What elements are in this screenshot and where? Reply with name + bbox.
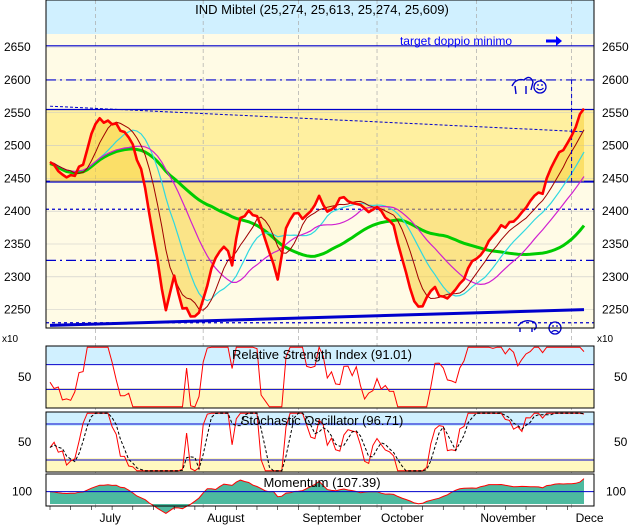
y-tick-right: 2250 bbox=[602, 303, 629, 317]
y-tick-right: 2500 bbox=[602, 139, 629, 153]
y-tick-left: 2300 bbox=[4, 270, 31, 284]
x-tick-label: August bbox=[207, 511, 245, 525]
momentum-title: Momentum (107.39) bbox=[263, 475, 380, 490]
chart-root: 2650 2650 2600 2600 2550 2550 2500 2500 2450 2450… bbox=[0, 0, 640, 526]
momentum-tick-right: 100 bbox=[606, 485, 626, 499]
stochastic-panel: 50 50 Stochastic Oscillator (96.71) bbox=[18, 412, 628, 472]
y-tick-right: 2300 bbox=[602, 270, 629, 284]
price-chart-title: IND Mibtel (25,274, 25,613, 25,274, 25,6… bbox=[195, 2, 449, 17]
y-tick-left: 2400 bbox=[4, 204, 31, 218]
y-tick-right: 2550 bbox=[602, 106, 629, 120]
target-annotation: target doppio minimo bbox=[400, 34, 512, 48]
y-tick-right: 2650 bbox=[602, 40, 629, 54]
x-tick-label: Dece bbox=[576, 511, 604, 525]
scale-label-left: x10 bbox=[2, 334, 19, 345]
y-tick-left: 2550 bbox=[4, 106, 31, 120]
rsi-panel: 50 50 Relative Strength Index (91.01) bbox=[18, 345, 628, 408]
y-tick-right: 2350 bbox=[602, 237, 629, 251]
rsi-tick-right: 50 bbox=[614, 370, 628, 384]
x-tick-label: September bbox=[302, 511, 361, 525]
stochastic-tick-right: 50 bbox=[614, 435, 628, 449]
y-tick-right: 2450 bbox=[602, 171, 629, 185]
x-tick-label: July bbox=[100, 511, 121, 525]
y-tick-right: 2600 bbox=[602, 73, 629, 87]
y-tick-left: 2450 bbox=[4, 171, 31, 185]
y-tick-left: 2500 bbox=[4, 139, 31, 153]
rsi-tick-left: 50 bbox=[18, 370, 32, 384]
y-tick-left: 2600 bbox=[4, 73, 31, 87]
momentum-tick-left: 100 bbox=[12, 485, 32, 499]
y-tick-left: 2250 bbox=[4, 303, 31, 317]
chart-svg: 2650 2650 2600 2600 2550 2550 2500 2500 2450 2450… bbox=[0, 0, 640, 526]
y-tick-left: 2350 bbox=[4, 237, 31, 251]
stochastic-tick-left: 50 bbox=[18, 435, 32, 449]
y-tick-left: 2650 bbox=[4, 40, 31, 54]
y-tick-right: 2400 bbox=[602, 204, 629, 218]
scale-label-right: x10 bbox=[597, 334, 614, 345]
x-tick-label: November bbox=[480, 511, 535, 525]
stochastic-title: Stochastic Oscillator (96.71) bbox=[241, 413, 404, 428]
x-tick-label: October bbox=[381, 511, 424, 525]
rsi-title: Relative Strength Index (91.01) bbox=[232, 347, 412, 362]
